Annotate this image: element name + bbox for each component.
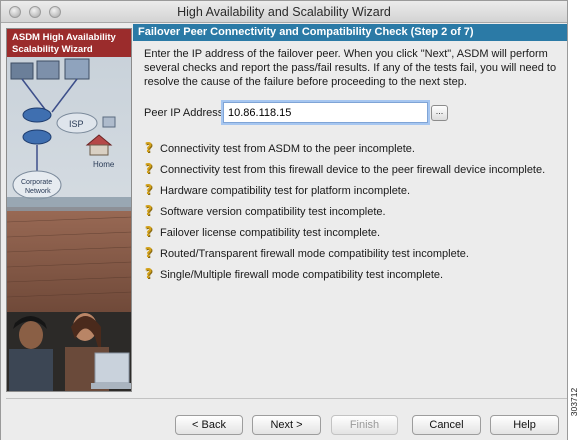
cancel-button[interactable]: Cancel [412, 415, 481, 435]
title-bar: High Availability and Scalability Wizard [1, 1, 567, 23]
check-text: Connectivity test from this firewall dev… [160, 163, 546, 176]
question-icon: ? [144, 182, 153, 198]
check-item: ? Routed/Transparent firewall mode compat… [142, 243, 572, 264]
question-icon: ? [144, 140, 153, 156]
window-title: High Availability and Scalability Wizard [177, 5, 391, 19]
check-item: ? Connectivity test from this firewall de… [142, 159, 572, 180]
wizard-window: High Availability and Scalability Wizard… [0, 0, 568, 440]
step-content: Enter the IP address of the failover pee… [134, 41, 567, 396]
check-item: ? Single/Multiple firewall mode compatibi… [142, 264, 572, 285]
finish-button[interactable]: Finish [331, 415, 398, 435]
sidebar-header: ASDM High Availability Scalability Wizar… [7, 29, 131, 57]
check-item: ? Software version compatibility test inc… [142, 201, 572, 222]
corporate-label: Corporate [21, 179, 52, 186]
check-text: Single/Multiple firewall mode compatibil… [160, 268, 444, 281]
check-text: Connectivity test from ASDM to the peer … [160, 142, 415, 155]
wizard-illustration: ISP Home Corporate Network [7, 57, 131, 391]
people-photo [7, 312, 131, 391]
network-label: Network [25, 188, 51, 195]
check-item: ? Connectivity test from ASDM to the peer… [142, 138, 572, 159]
check-text: Hardware compatibility test for platform… [160, 184, 411, 197]
figure-id: 303712 [567, 374, 581, 434]
sidebar-header-line2: Scalability Wizard [12, 44, 93, 55]
check-text: Software version compatibility test inco… [160, 205, 386, 218]
check-item: ? Hardware compatibility test for platfor… [142, 180, 572, 201]
peer-ip-input[interactable] [223, 102, 428, 123]
intro-text: Enter the IP address of the failover pee… [144, 48, 557, 88]
question-icon: ? [144, 266, 153, 282]
question-icon: ? [144, 245, 153, 261]
peer-ip-browse-button[interactable]: ... [431, 105, 448, 121]
isp-label: ISP [69, 119, 84, 129]
check-text: Failover license compatibility test inco… [160, 226, 381, 239]
question-icon: ? [144, 224, 153, 240]
next-button[interactable]: Next > [252, 415, 321, 435]
home-label: Home [93, 160, 115, 169]
footer-divider [6, 398, 567, 399]
question-icon: ? [144, 161, 153, 177]
peer-ip-label: Peer IP Address: [144, 107, 227, 119]
back-button[interactable]: < Back [175, 415, 243, 435]
sidebar-header-line1: ASDM High Availability [12, 32, 116, 43]
help-button[interactable]: Help [490, 415, 559, 435]
step-title: Failover Peer Connectivity and Compatibi… [133, 24, 567, 41]
check-text: Routed/Transparent firewall mode compati… [160, 247, 469, 260]
check-item: ? Failover license compatibility test inc… [142, 222, 572, 243]
figure-id-text: 303712 [569, 387, 579, 417]
check-list: ? Connectivity test from ASDM to the peer… [142, 138, 572, 285]
question-icon: ? [144, 203, 153, 219]
brick-wall [7, 207, 131, 317]
wizard-sidebar: ASDM High Availability Scalability Wizar… [6, 28, 132, 392]
